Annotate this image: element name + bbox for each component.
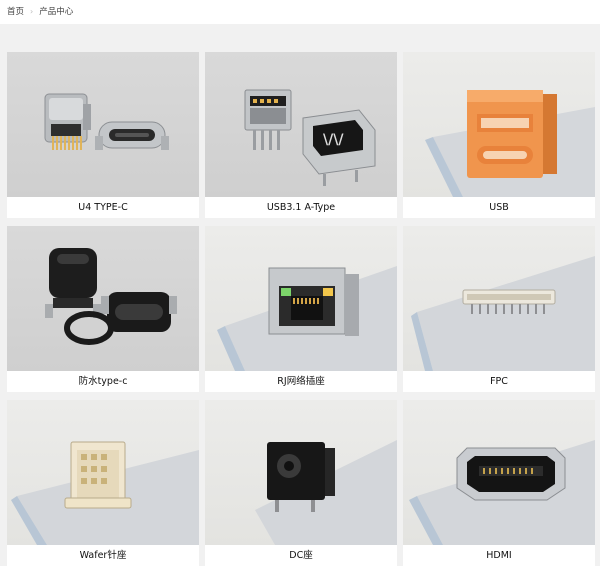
breadcrumb-separator: › <box>30 6 34 16</box>
top-bar: 首页 › 产品中心 <box>0 0 600 24</box>
product-label: U4 TYPE-C <box>7 197 199 218</box>
product-image <box>403 52 595 197</box>
product-card-waterproof-type-c[interactable]: 防水type-c <box>7 226 199 392</box>
product-card-dc-jack[interactable]: DC座 <box>205 400 397 566</box>
product-label: USB3.1 A-Type <box>205 197 397 218</box>
rj45-jack-icon <box>217 266 397 371</box>
breadcrumb: 首页 › 产品中心 <box>7 5 73 18</box>
product-card-rj-jack[interactable]: RJ网络插座 <box>205 226 397 392</box>
product-image: \/\/ <box>205 52 397 197</box>
product-image <box>7 52 199 197</box>
product-grid: U4 TYPE-C \/\/ USB3.1 A-Type USB 防水type-… <box>7 52 595 566</box>
product-label: 防水type-c <box>7 371 199 392</box>
breadcrumb-home-link[interactable]: 首页 <box>7 5 24 17</box>
fpc-connector-icon <box>411 256 595 371</box>
dc-jack-icon <box>255 440 397 545</box>
usb-a-connector-icon: \/\/ <box>244 89 376 186</box>
product-label: USB <box>403 197 595 218</box>
svg-text:\/\/: \/\/ <box>323 132 344 148</box>
product-label: DC座 <box>205 545 397 566</box>
waterproof-usb-c-icon <box>45 248 177 345</box>
product-image <box>7 400 199 545</box>
product-label: RJ网络插座 <box>205 371 397 392</box>
product-image <box>205 400 397 545</box>
product-card-fpc[interactable]: FPC <box>403 226 595 392</box>
product-image <box>403 226 595 371</box>
product-card-usb31-a-type[interactable]: \/\/ USB3.1 A-Type <box>205 52 397 218</box>
product-label: Wafer针座 <box>7 545 199 566</box>
product-card-usb[interactable]: USB <box>403 52 595 218</box>
product-image <box>205 226 397 371</box>
usb-c-connector-icon <box>44 93 169 150</box>
breadcrumb-current[interactable]: 产品中心 <box>39 5 73 17</box>
product-card-u4-type-c[interactable]: U4 TYPE-C <box>7 52 199 218</box>
hdmi-connector-icon <box>409 440 595 545</box>
usb-orange-connector-icon <box>425 90 595 197</box>
product-card-hdmi[interactable]: HDMI <box>403 400 595 566</box>
product-image <box>403 400 595 545</box>
product-card-wafer-header[interactable]: Wafer针座 <box>7 400 199 566</box>
product-label: FPC <box>403 371 595 392</box>
wafer-header-icon <box>11 441 199 545</box>
product-label: HDMI <box>403 545 595 566</box>
product-image <box>7 226 199 371</box>
